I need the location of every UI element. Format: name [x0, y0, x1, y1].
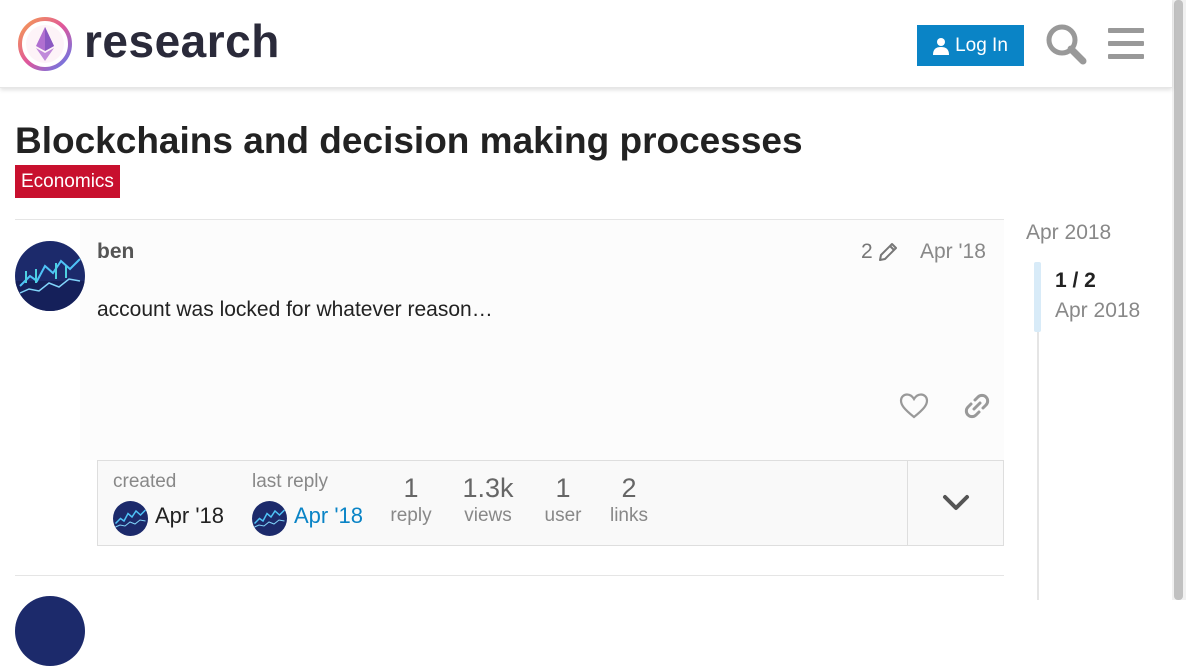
stat-label: reply: [390, 505, 432, 526]
ethereum-research-logo-icon[interactable]: [16, 15, 74, 73]
hamburger-menu-icon[interactable]: [1106, 26, 1146, 62]
avatar[interactable]: [113, 501, 148, 536]
pencil-icon: [878, 243, 897, 261]
stat-number: 1: [555, 473, 571, 503]
site-header: research Log In: [0, 0, 1172, 88]
login-button[interactable]: Log In: [917, 25, 1024, 66]
stat-number: 1: [403, 473, 419, 503]
page-scrollbar[interactable]: [1172, 0, 1186, 600]
login-label: Log In: [955, 34, 1008, 56]
timeline-current-date: Apr 2018: [1055, 299, 1141, 322]
stat-label: user: [544, 505, 582, 526]
avatar[interactable]: [15, 241, 85, 311]
post-username[interactable]: ben: [97, 240, 134, 264]
topic-title[interactable]: Blockchains and decision making processe…: [15, 120, 803, 162]
post-body: account was locked for whatever reason…: [97, 298, 493, 321]
share-link-icon[interactable]: [961, 390, 993, 422]
avatar[interactable]: [15, 596, 85, 666]
stat-links[interactable]: 2 links: [604, 473, 654, 529]
edit-history-button[interactable]: 2: [861, 240, 899, 264]
site-name[interactable]: research: [84, 14, 280, 68]
created-label: created: [113, 471, 177, 492]
stat-users[interactable]: 1 user: [538, 473, 588, 529]
post-date[interactable]: Apr '18: [920, 240, 986, 264]
stat-number: 2: [621, 473, 637, 503]
divider: [15, 575, 1004, 576]
last-reply-label: last reply: [252, 471, 329, 492]
edit-count: 2: [861, 240, 873, 263]
stat-replies[interactable]: 1 reply: [386, 473, 436, 529]
timeline-start-date[interactable]: Apr 2018: [1026, 221, 1111, 245]
timeline-post-count: 1 / 2: [1055, 269, 1096, 292]
timeline-scroller-handle[interactable]: [1034, 262, 1041, 332]
last-reply-date[interactable]: Apr '18: [294, 503, 363, 529]
category-badge[interactable]: Economics: [15, 165, 120, 198]
stat-number: 1.3k: [462, 473, 514, 503]
chevron-down-icon: [942, 495, 969, 510]
stat-label: links: [609, 505, 648, 526]
stat-views: 1.3k views: [453, 473, 523, 529]
search-icon[interactable]: [1044, 22, 1088, 66]
topic-map: created Apr '18 last reply Apr '18 1 rep…: [97, 460, 1004, 546]
expand-topic-map-button[interactable]: [908, 461, 1003, 545]
scrollbar-thumb[interactable]: [1174, 0, 1183, 600]
avatar[interactable]: [252, 501, 287, 536]
created-date[interactable]: Apr '18: [155, 503, 224, 529]
stat-label: views: [464, 505, 512, 526]
heart-icon[interactable]: [898, 390, 930, 422]
user-icon: [933, 37, 950, 55]
